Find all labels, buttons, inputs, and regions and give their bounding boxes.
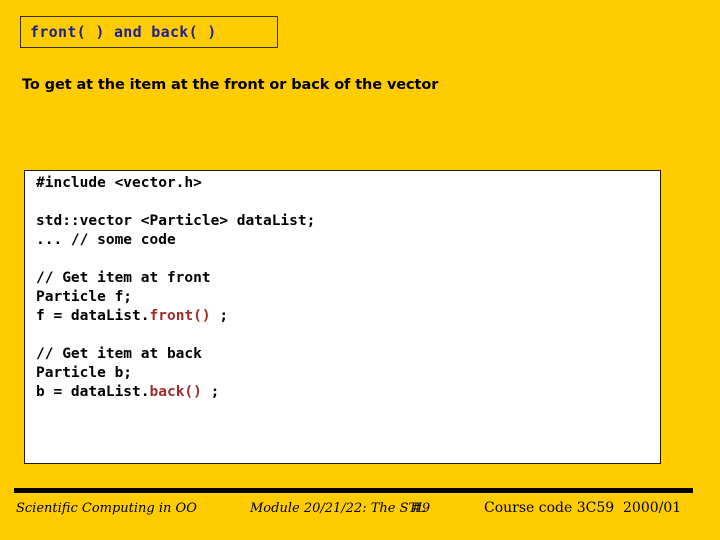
code-text: // Get item at front xyxy=(36,270,211,286)
code-highlight: front() xyxy=(149,308,211,324)
code-text: // Get item at back xyxy=(36,346,202,362)
slide: front( ) and back( ) To get at the item … xyxy=(0,0,720,540)
code-line: // Get item at back xyxy=(36,345,656,364)
code-text: ; xyxy=(210,308,229,324)
slide-subtitle: To get at the item at the front or back … xyxy=(22,77,439,93)
code-line: Particle b; xyxy=(36,364,656,383)
code-text: Particle f; xyxy=(36,289,133,305)
code-text: ; xyxy=(201,384,220,400)
code-text: f = dataList. xyxy=(36,308,150,324)
footer-course-title: Scientific Computing in OO xyxy=(16,501,197,516)
code-text: Particle b; xyxy=(36,365,133,381)
code-text: b = dataList. xyxy=(36,384,150,400)
code-line: Particle f; xyxy=(36,288,656,307)
code-line: b = dataList.back() ; xyxy=(36,383,656,402)
code-line: f = dataList.front() ; xyxy=(36,307,656,326)
footer-page-number: #9 xyxy=(411,501,431,516)
footer-academic-year: 2000/01 xyxy=(623,500,682,516)
slide-title-box: front( ) and back( ) xyxy=(20,16,278,48)
code-line: #include <vector.h> xyxy=(36,174,656,193)
code-text: ... // some code xyxy=(36,232,176,248)
footer-module: Module 20/21/22: The STL xyxy=(250,501,426,516)
footer-course-code: Course code 3C59 xyxy=(484,500,615,516)
code-text: std::vector <Particle> dataList; xyxy=(36,213,316,229)
code-text: #include <vector.h> xyxy=(36,175,202,191)
code-block-content: #include <vector.h> std::vector <Particl… xyxy=(36,174,656,402)
footer-divider xyxy=(14,488,693,493)
code-highlight: back() xyxy=(149,384,202,400)
footer: Scientific Computing in OO Module 20/21/… xyxy=(0,499,720,527)
code-block: #include <vector.h> std::vector <Particl… xyxy=(24,170,661,464)
code-line: ... // some code xyxy=(36,231,656,250)
code-line: // Get item at front xyxy=(36,269,656,288)
code-line: std::vector <Particle> dataList; xyxy=(36,212,656,231)
page-title: front( ) and back( ) xyxy=(30,23,217,41)
